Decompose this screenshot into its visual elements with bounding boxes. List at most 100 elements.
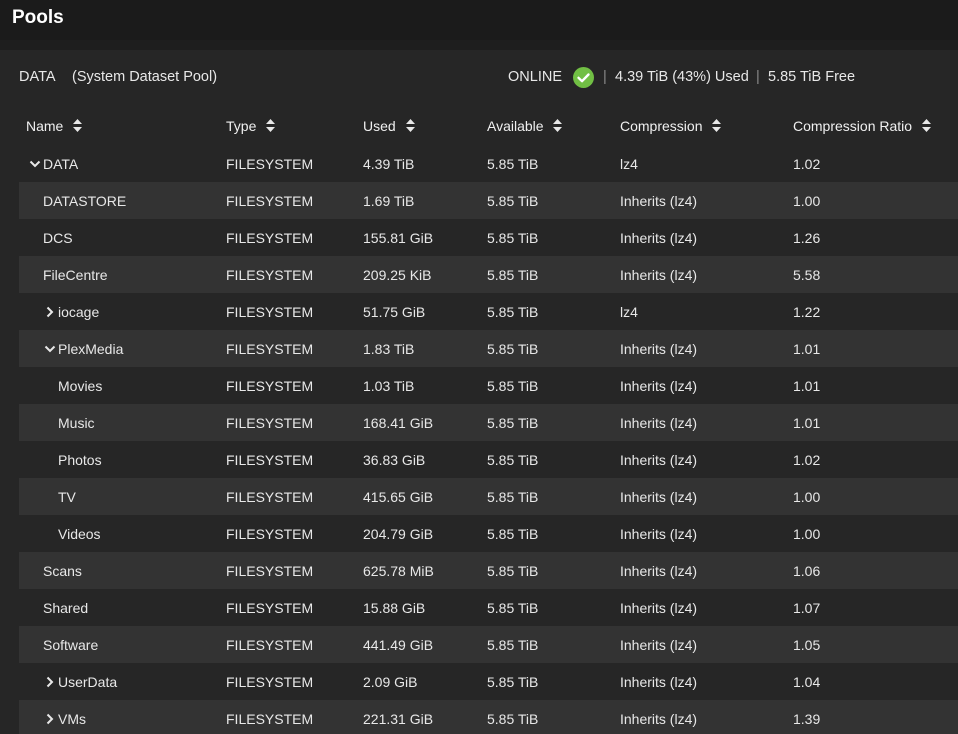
column-header-label: Used xyxy=(363,118,396,134)
table-row[interactable]: TV FILESYSTEM 415.65 GiB 5.85 TiB Inherits (… xyxy=(19,478,958,515)
dataset-name: iocage xyxy=(58,304,100,320)
sort-arrows-icon xyxy=(553,119,563,133)
dataset-type: FILESYSTEM xyxy=(226,415,314,431)
dataset-available: 5.85 TiB xyxy=(487,415,539,431)
chevron-down-icon[interactable] xyxy=(29,158,41,170)
dataset-compression-ratio: 1.26 xyxy=(793,230,821,246)
dataset-compression: Inherits (lz4) xyxy=(620,600,698,616)
dataset-available: 5.85 TiB xyxy=(487,193,539,209)
pool-card: DATA (System Dataset Pool) ONLINE | 4.39… xyxy=(0,50,958,734)
dataset-compression: Inherits (lz4) xyxy=(620,341,698,357)
dataset-type: FILESYSTEM xyxy=(226,711,314,727)
dataset-available: 5.85 TiB xyxy=(487,267,539,283)
dataset-compression-ratio: 5.58 xyxy=(793,267,821,283)
table-row[interactable]: Software FILESYSTEM 441.49 GiB 5.85 TiB Inhe… xyxy=(19,626,958,663)
table-row[interactable]: DCS FILESYSTEM 155.81 GiB 5.85 TiB Inherits … xyxy=(19,219,958,256)
dataset-used: 1.03 TiB xyxy=(363,378,415,394)
dataset-type: FILESYSTEM xyxy=(226,230,314,246)
dataset-used: 168.41 GiB xyxy=(363,415,434,431)
dataset-name-cell: iocage xyxy=(44,304,99,320)
dataset-name: VMs xyxy=(58,711,86,727)
dataset-compression-ratio: 1.06 xyxy=(793,563,821,579)
dataset-compression: lz4 xyxy=(620,156,638,172)
dataset-compression-ratio: 1.05 xyxy=(793,637,821,653)
dataset-available: 5.85 TiB xyxy=(487,489,539,505)
dataset-name: Photos xyxy=(58,452,102,468)
table-body: DATA FILESYSTEM 4.39 TiB 5.85 TiB lz4 1.02 DAT… xyxy=(19,145,958,734)
column-header-compression[interactable]: Compression xyxy=(620,118,722,134)
dataset-name: UserData xyxy=(58,674,118,690)
chevron-right-icon[interactable] xyxy=(44,676,56,688)
dataset-compression: Inherits (lz4) xyxy=(620,193,698,209)
dataset-name: DATASTORE xyxy=(43,193,127,209)
dataset-type: FILESYSTEM xyxy=(226,563,314,579)
dataset-name-cell: DCS xyxy=(43,230,73,246)
dataset-type: FILESYSTEM xyxy=(226,304,314,320)
table-row[interactable]: PlexMedia FILESYSTEM 1.83 TiB 5.85 TiB Inher… xyxy=(19,330,958,367)
dataset-name-cell: Videos xyxy=(58,526,101,542)
table-row[interactable]: Photos FILESYSTEM 36.83 GiB 5.85 TiB Inherit… xyxy=(19,441,958,478)
dataset-name: DCS xyxy=(43,230,73,246)
dataset-name: Shared xyxy=(43,600,89,616)
dataset-name: FileCentre xyxy=(43,267,108,283)
dataset-used: 15.88 GiB xyxy=(363,600,426,616)
dataset-type: FILESYSTEM xyxy=(226,156,314,172)
dataset-used: 4.39 TiB xyxy=(363,156,415,172)
table-row[interactable]: DATA FILESYSTEM 4.39 TiB 5.85 TiB lz4 1.02 xyxy=(19,145,958,182)
table-row[interactable]: Music FILESYSTEM 168.41 GiB 5.85 TiB Inherit… xyxy=(19,404,958,441)
table-row[interactable]: UserData FILESYSTEM 2.09 GiB 5.85 TiB Inheri… xyxy=(19,663,958,700)
dataset-available: 5.85 TiB xyxy=(487,304,539,320)
table-row[interactable]: Videos FILESYSTEM 204.79 GiB 5.85 TiB Inheri… xyxy=(19,515,958,552)
table-row[interactable]: VMs FILESYSTEM 221.31 GiB 5.85 TiB Inherits … xyxy=(19,700,958,734)
dataset-type: FILESYSTEM xyxy=(226,341,314,357)
table-row[interactable]: Movies FILESYSTEM 1.03 TiB 5.85 TiB Inherits… xyxy=(19,367,958,404)
column-header-type[interactable]: Type xyxy=(226,118,276,134)
dataset-type: FILESYSTEM xyxy=(226,193,314,209)
dataset-compression-ratio: 1.00 xyxy=(793,526,821,542)
column-header-available[interactable]: Available xyxy=(487,118,563,134)
dataset-compression-ratio: 1.22 xyxy=(793,304,821,320)
pool-subtitle: (System Dataset Pool) xyxy=(72,69,218,85)
dataset-name-cell: DATA xyxy=(29,156,78,172)
dataset-type: FILESYSTEM xyxy=(226,267,314,283)
dataset-name: Scans xyxy=(43,563,82,579)
dataset-name: PlexMedia xyxy=(58,341,124,357)
column-header-compression-ratio[interactable]: Compression Ratio xyxy=(793,118,931,134)
table-header: Name Type Used Available Compression Com… xyxy=(19,106,958,145)
dataset-name-cell: UserData xyxy=(44,674,117,690)
chevron-down-icon[interactable] xyxy=(44,343,56,355)
column-header-name[interactable]: Name xyxy=(26,118,83,134)
dataset-used: 36.83 GiB xyxy=(363,452,426,468)
dataset-used: 155.81 GiB xyxy=(363,230,434,246)
chevron-right-icon[interactable] xyxy=(44,306,56,318)
dataset-available: 5.85 TiB xyxy=(487,711,539,727)
dataset-used: 209.25 KiB xyxy=(363,267,432,283)
dataset-used: 415.65 GiB xyxy=(363,489,434,505)
dataset-compression-ratio: 1.00 xyxy=(793,193,821,209)
dataset-name: Videos xyxy=(58,526,101,542)
table-row[interactable]: Scans FILESYSTEM 625.78 MiB 5.85 TiB Inherit… xyxy=(19,552,958,589)
table-row[interactable]: Shared FILESYSTEM 15.88 GiB 5.85 TiB Inherit… xyxy=(19,589,958,626)
dataset-name-cell: FileCentre xyxy=(43,267,108,283)
sort-arrows-icon xyxy=(921,119,931,133)
chevron-right-icon[interactable] xyxy=(44,713,56,725)
table-row[interactable]: iocage FILESYSTEM 51.75 GiB 5.85 TiB lz4 1.22 xyxy=(19,293,958,330)
sort-arrows-icon xyxy=(266,119,276,133)
check-circle-icon xyxy=(573,67,594,88)
table-row[interactable]: FileCentre FILESYSTEM 209.25 KiB 5.85 TiB In… xyxy=(19,256,958,293)
pool-name: DATA xyxy=(19,69,56,85)
pool-status-text: ONLINE xyxy=(508,69,562,85)
dataset-compression-ratio: 1.39 xyxy=(793,711,821,727)
dataset-compression: Inherits (lz4) xyxy=(620,526,698,542)
dataset-used: 625.78 MiB xyxy=(363,563,434,579)
dataset-compression-ratio: 1.04 xyxy=(793,674,821,690)
column-header-used[interactable]: Used xyxy=(363,118,415,134)
dataset-type: FILESYSTEM xyxy=(226,452,314,468)
column-header-label: Name xyxy=(26,118,64,134)
dataset-compression-ratio: 1.07 xyxy=(793,600,821,616)
dataset-available: 5.85 TiB xyxy=(487,452,539,468)
dataset-compression-ratio: 1.01 xyxy=(793,341,821,357)
table-row[interactable]: DATASTORE FILESYSTEM 1.69 TiB 5.85 TiB Inher… xyxy=(19,182,958,219)
dataset-compression: lz4 xyxy=(620,304,638,320)
dataset-name: DATA xyxy=(43,156,79,172)
